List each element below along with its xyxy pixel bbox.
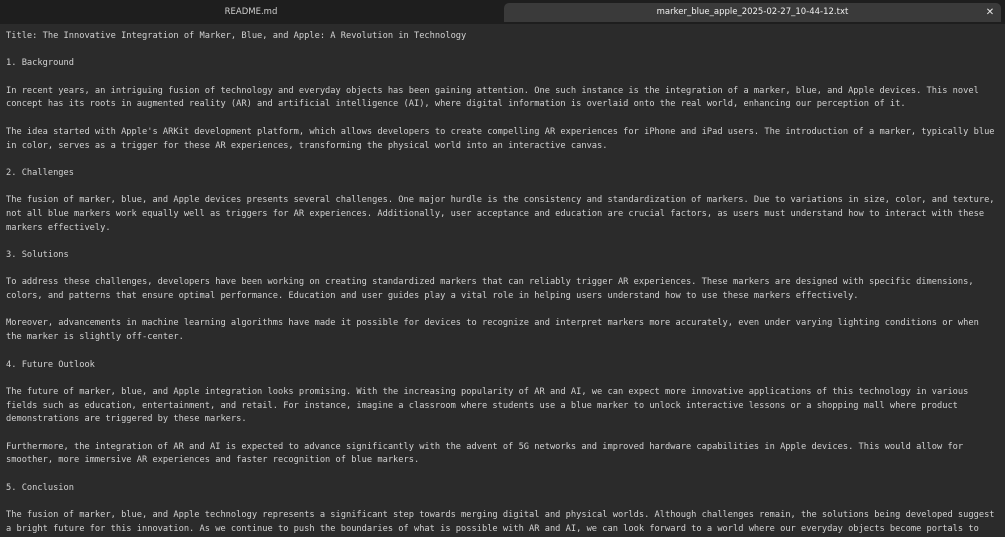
text-line	[6, 181, 999, 195]
text-editor[interactable]: Title: The Innovative Integration of Mar…	[0, 24, 1005, 537]
text-line	[6, 235, 999, 249]
tab-label: README.md	[224, 7, 278, 17]
tab-readme[interactable]: README.md	[0, 3, 502, 22]
text-line: 4. Future Outlook	[6, 359, 95, 370]
text-line: demonstrations are triggered by these ma…	[6, 414, 247, 425]
text-line	[6, 468, 999, 482]
text-line: markers effectively.	[6, 222, 111, 233]
text-line	[6, 44, 999, 58]
text-line	[6, 112, 999, 126]
text-line: not all blue markers work equally well a…	[6, 208, 985, 219]
text-line: 5. Conclusion	[6, 482, 74, 493]
text-line: The idea started with Apple's ARKit deve…	[6, 126, 995, 137]
close-icon[interactable]: ✕	[984, 3, 996, 22]
text-line: The fusion of marker, blue, and Apple de…	[6, 195, 995, 206]
text-line: The future of marker, blue, and Apple in…	[6, 386, 969, 397]
text-line	[6, 345, 999, 359]
text-line: fields such as education, entertainment,…	[6, 400, 958, 411]
text-line	[6, 71, 999, 85]
text-line: the marker is slightly off-center.	[6, 332, 184, 343]
text-line: In recent years, an intriguing fusion of…	[6, 85, 979, 96]
text-line: in color, serves as a trigger for these …	[6, 140, 608, 151]
text-line	[6, 427, 999, 441]
text-line	[6, 263, 999, 277]
text-line: 2. Challenges	[6, 167, 74, 178]
text-line: Furthermore, the integration of AR and A…	[6, 441, 964, 452]
text-line: Title: The Innovative Integration of Mar…	[6, 31, 467, 41]
text-line	[6, 153, 999, 167]
text-line: a bright future for this innovation. As …	[6, 523, 979, 534]
text-line: Moreover, advancements in machine learni…	[6, 318, 979, 329]
tab-marker-blue-apple[interactable]: marker_blue_apple_2025-02-27_10-44-12.tx…	[504, 3, 1001, 22]
text-line	[6, 304, 999, 318]
text-line	[6, 495, 999, 509]
text-line: 3. Solutions	[6, 250, 69, 260]
tab-label: marker_blue_apple_2025-02-27_10-44-12.tx…	[656, 7, 849, 17]
text-line: 1. Background	[6, 58, 74, 69]
tab-bar: README.md marker_blue_apple_2025-02-27_1…	[0, 0, 1005, 24]
text-line: The fusion of marker, blue, and Apple te…	[6, 510, 995, 521]
text-line: colors, and patterns that ensure optimal…	[6, 291, 859, 302]
text-line: smoother, more immersive AR experiences …	[6, 455, 420, 466]
text-line	[6, 372, 999, 386]
text-line: concept has its roots in augmented reali…	[6, 99, 906, 110]
text-line: To address these challenges, developers …	[6, 277, 974, 288]
